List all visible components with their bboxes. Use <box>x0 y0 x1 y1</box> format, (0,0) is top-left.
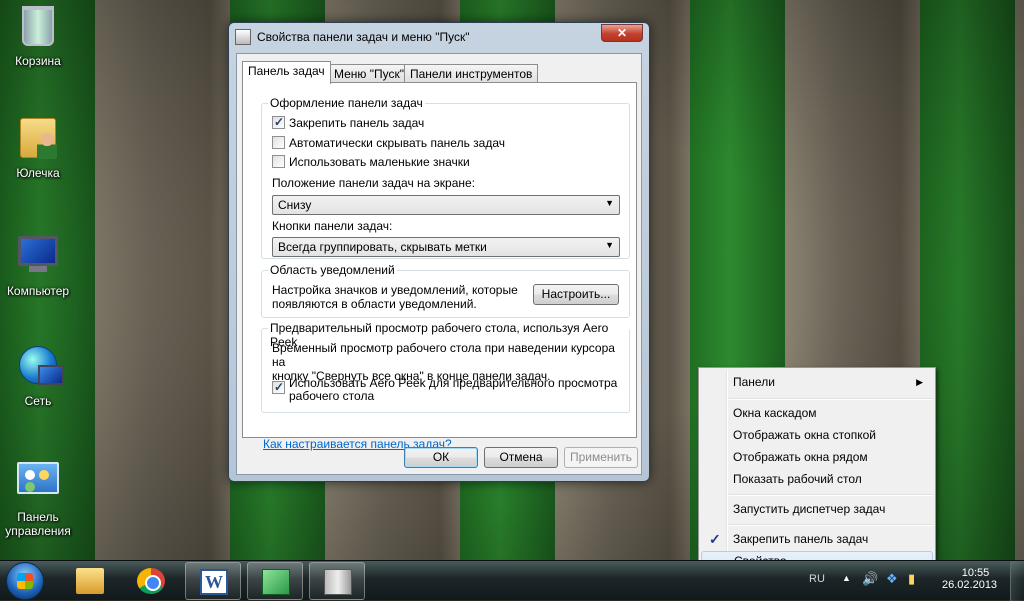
taskbar-properties-icon <box>235 29 251 45</box>
dropdown-arrow-icon: ▼ <box>605 240 614 250</box>
position-value: Снизу <box>278 198 312 212</box>
tab-toolbars[interactable]: Панели инструментов <box>404 64 539 83</box>
close-icon: ✕ <box>616 26 628 40</box>
small-icons-checkbox[interactable]: Использовать маленькие значки <box>272 155 470 171</box>
notifications-description: Настройка значков и уведомлений, которые… <box>272 283 518 311</box>
folder-icon <box>76 568 104 594</box>
recycle-bin-icon <box>22 6 54 46</box>
desktop-icon-recycle-bin[interactable]: Корзина <box>0 6 76 68</box>
group-notification-area: Область уведомлений Настройка значков и … <box>261 263 630 318</box>
show-desktop-button[interactable] <box>1010 561 1024 601</box>
close-button[interactable]: ✕ <box>601 24 643 42</box>
taskbar-app-chrome[interactable] <box>123 562 179 600</box>
group-taskbar-appearance: Оформление панели задач Закрепить панель… <box>261 96 630 259</box>
menu-item-label: Закрепить панель задач <box>733 532 869 546</box>
text-line: Временный просмотр рабочего стола при на… <box>272 341 615 369</box>
desktop-icon-label: Панель управления <box>5 510 71 538</box>
dropbox-icon[interactable]: ❖ <box>886 571 898 587</box>
tray-expand-arrow-icon[interactable]: ▲ <box>842 573 851 583</box>
taskbar: W RU ▲ 🔊 ❖ ▮ 10:55 26.02.2013 <box>0 560 1024 601</box>
word-icon: W <box>200 569 228 595</box>
checkbox-box[interactable] <box>272 136 285 149</box>
clock[interactable]: 10:55 26.02.2013 <box>942 567 997 591</box>
desktop-icon-user-folder[interactable]: Юлечка <box>0 118 76 180</box>
apply-button[interactable]: Применить <box>564 447 638 468</box>
desktop-icon-label: Компьютер <box>6 284 70 298</box>
tab-page-taskbar: Оформление панели задач Закрепить панель… <box>242 82 637 451</box>
desktop-icon-label: Сеть <box>24 394 52 408</box>
menu-item-cascade[interactable]: Окна каскадом <box>701 403 933 424</box>
desktop-icon-control-panel[interactable]: Панель управления <box>0 458 76 538</box>
taskbar-app-properties[interactable] <box>309 562 365 600</box>
start-button[interactable] <box>6 562 44 600</box>
customize-button[interactable]: Настроить... <box>533 284 619 305</box>
position-dropdown[interactable]: Снизу ▼ <box>272 195 620 215</box>
menu-item-side-by-side[interactable]: Отображать окна рядом <box>701 447 933 468</box>
checkbox-label: рабочего стола <box>289 389 375 403</box>
tab-start-menu[interactable]: Меню "Пуск" <box>328 64 411 83</box>
tower-icon <box>324 569 352 595</box>
checkmark-icon: ✓ <box>709 531 721 547</box>
buttons-dropdown[interactable]: Всегда группировать, скрывать метки ▼ <box>272 237 620 257</box>
group-aero-peek: Предварительный просмотр рабочего стола,… <box>261 321 630 413</box>
checkbox-box[interactable] <box>272 115 285 129</box>
cancel-button[interactable]: Отмена <box>484 447 558 468</box>
taskbar-context-menu: Панели ▶ Окна каскадом Отображать окна с… <box>698 367 936 573</box>
ok-button[interactable]: ОК <box>404 447 478 468</box>
buttons-label: Кнопки панели задач: <box>272 219 393 233</box>
menu-item-task-manager[interactable]: Запустить диспетчер задач <box>701 499 933 520</box>
network-icon <box>19 346 64 385</box>
desktop-icon-computer[interactable]: Компьютер <box>0 232 76 298</box>
checkbox-label: Использовать маленькие значки <box>289 155 470 169</box>
taskbar-app-word[interactable]: W <box>185 562 241 600</box>
menu-separator <box>729 494 933 496</box>
text-line: появляются в области уведомлений. <box>272 297 477 311</box>
menu-item-label: Панели <box>733 375 775 389</box>
clock-date: 26.02.2013 <box>942 579 998 591</box>
submenu-arrow-icon: ▶ <box>916 377 923 387</box>
buttons-value: Всегда группировать, скрывать метки <box>278 240 487 254</box>
menu-item-stacked[interactable]: Отображать окна стопкой <box>701 425 933 446</box>
taskbar-app-green[interactable] <box>247 562 303 600</box>
tab-taskbar[interactable]: Панель задач <box>242 61 331 84</box>
lock-taskbar-checkbox[interactable]: Закрепить панель задач <box>272 115 425 132</box>
taskbar-app-explorer[interactable] <box>62 562 118 600</box>
language-indicator[interactable]: RU <box>809 573 825 585</box>
user-folder-icon <box>20 118 57 159</box>
desktop-icon-network[interactable]: Сеть <box>0 344 76 408</box>
taskbar-properties-dialog: Свойства панели задач и меню "Пуск" ✕ Па… <box>228 22 650 482</box>
checkbox-box[interactable] <box>272 155 285 168</box>
desktop-icon-label: Юлечка <box>16 166 60 180</box>
menu-separator <box>729 398 933 400</box>
group-title: Область уведомлений <box>268 263 397 277</box>
menu-separator <box>729 524 933 526</box>
chrome-icon <box>137 568 165 594</box>
menu-item-panels[interactable]: Панели ▶ <box>701 372 933 393</box>
checkbox-box[interactable] <box>272 380 285 394</box>
menu-item-show-desktop[interactable]: Показать рабочий стол <box>701 469 933 490</box>
volume-icon[interactable]: 🔊 <box>862 571 878 587</box>
menu-item-lock-taskbar[interactable]: ✓ Закрепить панель задач <box>701 529 933 550</box>
position-label: Положение панели задач на экране: <box>272 176 476 190</box>
text-line: Настройка значков и уведомлений, которые <box>272 283 518 297</box>
use-aero-peek-checkbox[interactable]: Использовать Aero Peek для предварительн… <box>272 377 617 405</box>
autohide-taskbar-checkbox[interactable]: Автоматически скрывать панель задач <box>272 136 505 152</box>
dialog-title: Свойства панели задач и меню "Пуск" <box>257 30 470 44</box>
checkbox-label: Закрепить панель задач <box>289 116 425 130</box>
checkbox-label: Автоматически скрывать панель задач <box>289 136 506 150</box>
control-panel-icon <box>17 462 59 494</box>
dropdown-arrow-icon: ▼ <box>605 198 614 208</box>
dialog-titlebar[interactable]: Свойства панели задач и меню "Пуск" ✕ <box>229 23 649 51</box>
computer-icon <box>16 236 60 280</box>
group-title: Оформление панели задач <box>268 96 425 110</box>
green-app-icon <box>262 569 290 595</box>
dialog-client: Панель задач Меню "Пуск" Панели инструме… <box>236 53 642 475</box>
desktop-icon-label: Корзина <box>15 54 61 68</box>
network-status-icon[interactable]: ▮ <box>908 571 915 587</box>
clock-time: 10:55 <box>961 567 990 579</box>
